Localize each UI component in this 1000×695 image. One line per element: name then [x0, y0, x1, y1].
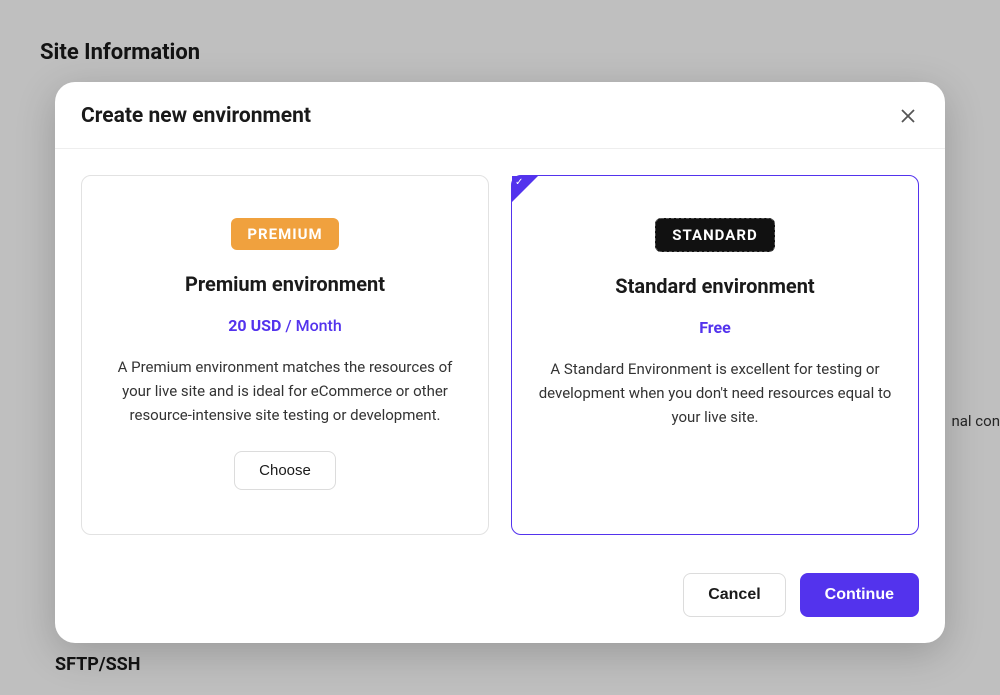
continue-button[interactable]: Continue — [800, 573, 919, 617]
premium-badge: PREMIUM — [231, 218, 338, 250]
modal-title: Create new environment — [81, 104, 311, 128]
cancel-button[interactable]: Cancel — [683, 573, 785, 617]
price-period: / Month — [281, 316, 341, 335]
plan-description-premium: A Premium environment matches the resour… — [106, 355, 464, 427]
close-icon — [901, 109, 915, 123]
price-amount: 20 USD — [228, 316, 281, 335]
create-environment-modal: Create new environment PREMIUM Premium e… — [55, 82, 945, 643]
plan-price-premium: 20 USD / Month — [228, 316, 342, 335]
check-icon: ✓ — [515, 178, 523, 188]
plan-name-premium: Premium environment — [185, 272, 385, 296]
modal-header: Create new environment — [55, 82, 945, 149]
standard-badge: STANDARD — [655, 218, 774, 252]
modal-footer: Cancel Continue — [55, 561, 945, 643]
modal-body: PREMIUM Premium environment 20 USD / Mon… — [55, 149, 945, 561]
choose-premium-button[interactable]: Choose — [234, 451, 336, 490]
plan-price-standard: Free — [699, 318, 731, 337]
modal-overlay: Create new environment PREMIUM Premium e… — [0, 0, 1000, 695]
close-button[interactable] — [897, 105, 919, 127]
plan-description-standard: A Standard Environment is excellent for … — [536, 357, 894, 429]
plan-card-premium[interactable]: PREMIUM Premium environment 20 USD / Mon… — [81, 175, 489, 535]
price-free: Free — [699, 318, 731, 337]
plan-card-standard[interactable]: ✓ STANDARD Standard environment Free A S… — [511, 175, 919, 535]
plan-name-standard: Standard environment — [615, 274, 814, 298]
